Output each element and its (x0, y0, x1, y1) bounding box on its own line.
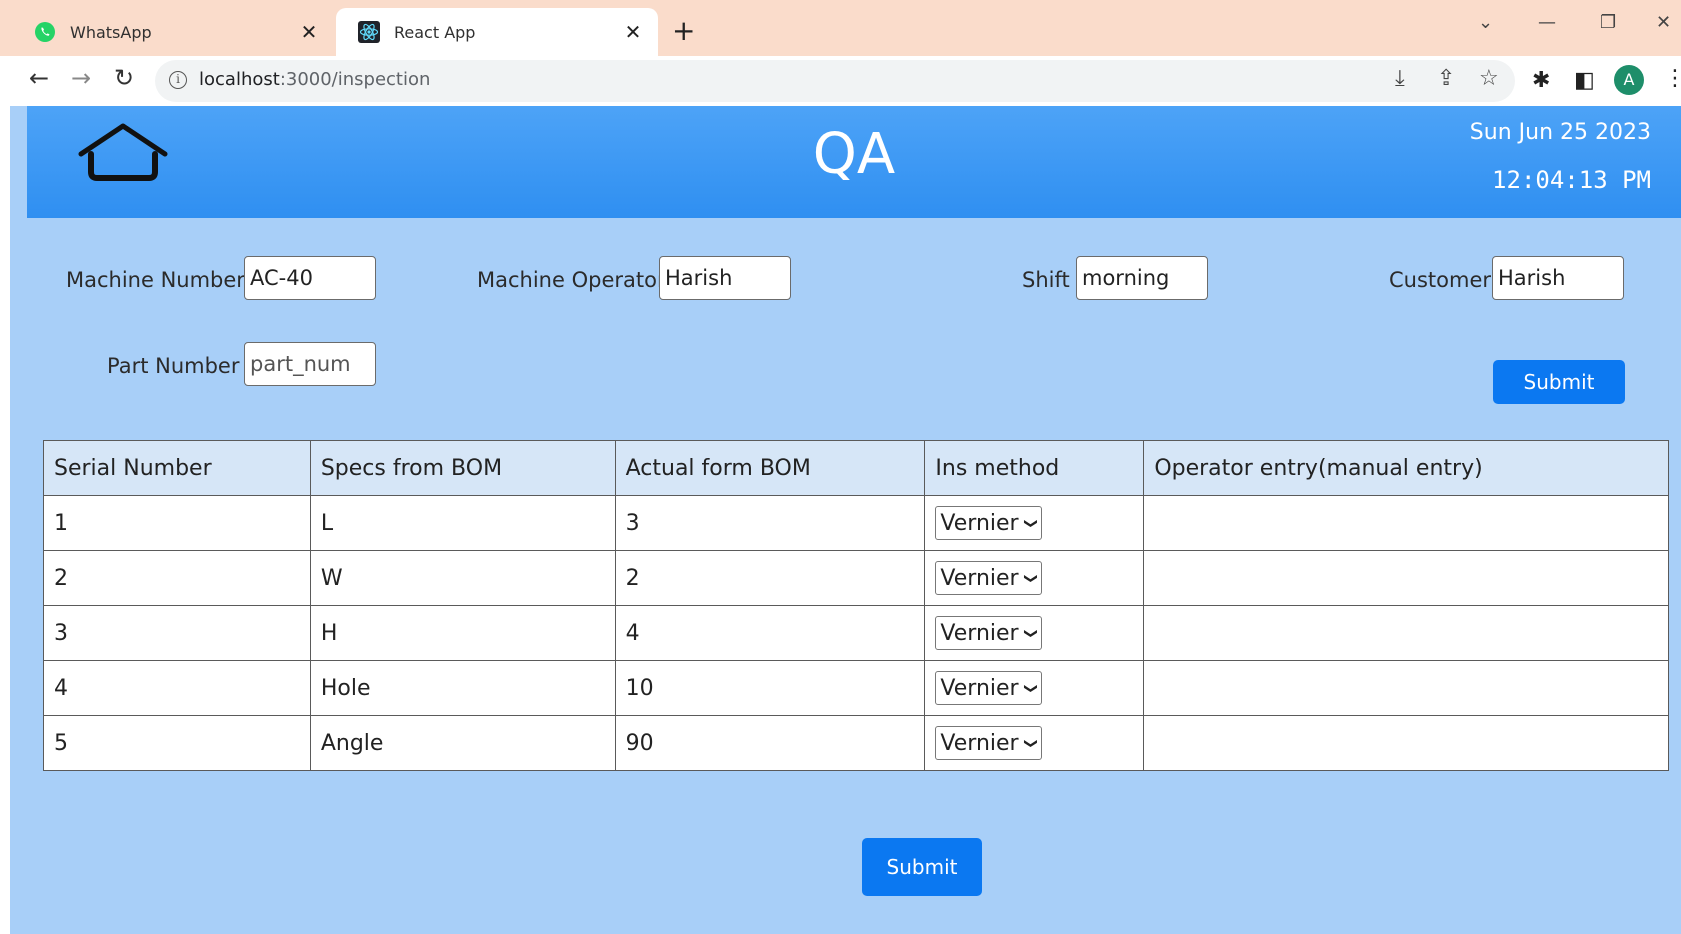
chevron-down-icon: ❯ (1022, 627, 1038, 639)
restore-icon[interactable]: ❐ (1600, 12, 1616, 33)
form-submit-button[interactable]: Submit (1493, 360, 1625, 404)
page-title: QA (812, 122, 896, 187)
url-text: localhost:3000/inspection (199, 69, 430, 90)
ins-method-value: Vernier (940, 510, 1019, 536)
column-header-serial-number: Serial Number (43, 440, 311, 496)
cell-ins-method: Vernier ❯ (924, 495, 1145, 551)
page-body: QA Sun Jun 25 2023 12:04:13 PM Machine N… (10, 106, 1681, 934)
table-row: 1 L 3 Vernier ❯ (43, 495, 1669, 551)
header-time: 12:04:13 PM (1492, 166, 1651, 194)
browser-toolbar: ← → ↻ i localhost:3000/inspection ⤓ ⇪ ☆ … (0, 56, 1681, 106)
forward-icon[interactable]: → (66, 64, 96, 92)
cell-ins-method: Vernier ❯ (924, 550, 1145, 606)
cell-serial: 3 (43, 605, 311, 661)
table-row: 5 Angle 90 Vernier ❯ (43, 715, 1669, 771)
ins-method-select[interactable]: Vernier ❯ (935, 506, 1043, 540)
chevron-down-icon: ❯ (1022, 737, 1038, 749)
customer-label: Customer (1389, 268, 1492, 292)
column-header-ins-method: Ins method (924, 440, 1145, 496)
cell-actual: 4 (614, 605, 926, 661)
machine-number-input[interactable] (244, 256, 376, 300)
shift-input[interactable] (1076, 256, 1208, 300)
cell-actual: 3 (614, 495, 926, 551)
back-icon[interactable]: ← (24, 64, 54, 92)
menu-kebab-icon[interactable]: ⋮ (1664, 66, 1681, 91)
browser-tab-strip: WhatsApp ✕ React App ✕ + ⌄ — ❐ ✕ (0, 0, 1681, 56)
ins-method-select[interactable]: Vernier ❯ (935, 726, 1043, 760)
cell-serial: 1 (43, 495, 311, 551)
cell-operator-entry[interactable] (1143, 660, 1669, 716)
cell-spec: L (309, 495, 616, 551)
ins-method-value: Vernier (940, 730, 1019, 756)
machine-operator-input[interactable] (659, 256, 791, 300)
cell-actual: 10 (614, 660, 926, 716)
cell-serial: 2 (43, 550, 311, 606)
chevron-down-icon: ❯ (1022, 517, 1038, 529)
cell-ins-method: Vernier ❯ (924, 605, 1145, 661)
table-row: 4 Hole 10 Vernier ❯ (43, 660, 1669, 716)
profile-avatar[interactable]: A (1614, 65, 1644, 95)
app-header: QA Sun Jun 25 2023 12:04:13 PM (27, 106, 1681, 218)
tab-title: React App (394, 22, 476, 42)
ins-method-select[interactable]: Vernier ❯ (935, 561, 1043, 595)
cell-serial: 4 (43, 660, 311, 716)
tab-react-app[interactable]: React App ✕ (336, 8, 658, 56)
cell-spec: Angle (309, 715, 616, 771)
ins-method-select[interactable]: Vernier ❯ (935, 671, 1043, 705)
inspection-table: Serial Number Specs from BOM Actual form… (43, 440, 1669, 771)
cell-operator-entry[interactable] (1143, 715, 1669, 771)
machine-number-label: Machine Number (66, 268, 245, 292)
cell-spec: H (309, 605, 616, 661)
table-row: 2 W 2 Vernier ❯ (43, 550, 1669, 606)
tab-whatsapp[interactable]: WhatsApp ✕ (12, 8, 334, 56)
table-header-row: Serial Number Specs from BOM Actual form… (43, 440, 1669, 496)
url-path: :3000/inspection (279, 69, 431, 90)
close-window-icon[interactable]: ✕ (1656, 12, 1671, 33)
column-header-specs: Specs from BOM (309, 440, 616, 496)
machine-operator-label: Machine Operator (477, 268, 666, 292)
react-icon (358, 21, 380, 43)
minimize-icon[interactable]: — (1538, 12, 1556, 33)
reload-icon[interactable]: ↻ (109, 64, 139, 92)
cell-operator-entry[interactable] (1143, 495, 1669, 551)
column-header-actual: Actual form BOM (614, 440, 926, 496)
ins-method-value: Vernier (940, 675, 1019, 701)
header-date: Sun Jun 25 2023 (1469, 120, 1651, 145)
table-row: 3 H 4 Vernier ❯ (43, 605, 1669, 661)
table-submit-button[interactable]: Submit (862, 838, 982, 896)
address-bar[interactable]: i localhost:3000/inspection ⤓ ⇪ ☆ (155, 60, 1515, 102)
chevron-down-icon: ❯ (1022, 572, 1038, 584)
cell-ins-method: Vernier ❯ (924, 715, 1145, 771)
site-info-icon[interactable]: i (169, 71, 187, 89)
install-app-icon[interactable]: ⤓ (1395, 66, 1405, 91)
cell-spec: W (309, 550, 616, 606)
part-number-label: Part Number (107, 354, 240, 378)
close-tab-icon[interactable]: ✕ (298, 20, 320, 44)
ins-method-value: Vernier (940, 565, 1019, 591)
new-tab-button[interactable]: + (672, 14, 695, 47)
cell-operator-entry[interactable] (1143, 605, 1669, 661)
cell-serial: 5 (43, 715, 311, 771)
customer-input[interactable] (1492, 256, 1624, 300)
chevron-down-icon: ❯ (1022, 682, 1038, 694)
whatsapp-icon (35, 22, 55, 42)
shift-label: Shift (1022, 268, 1070, 292)
cell-actual: 90 (614, 715, 926, 771)
cell-ins-method: Vernier ❯ (924, 660, 1145, 716)
share-icon[interactable]: ⇪ (1437, 66, 1455, 91)
tab-search-chevron-icon[interactable]: ⌄ (1478, 12, 1493, 33)
cell-actual: 2 (614, 550, 926, 606)
cell-operator-entry[interactable] (1143, 550, 1669, 606)
side-panel-icon[interactable]: ◧ (1574, 68, 1595, 93)
ins-method-select[interactable]: Vernier ❯ (935, 616, 1043, 650)
column-header-operator-entry: Operator entry(manual entry) (1143, 440, 1669, 496)
extensions-puzzle-icon[interactable]: ✱ (1532, 68, 1550, 93)
cell-spec: Hole (309, 660, 616, 716)
ins-method-value: Vernier (940, 620, 1019, 646)
bookmark-star-icon[interactable]: ☆ (1479, 66, 1499, 91)
url-host: localhost (199, 69, 280, 90)
close-tab-icon[interactable]: ✕ (622, 20, 644, 44)
tab-title: WhatsApp (70, 22, 152, 42)
part-number-input[interactable] (244, 342, 376, 386)
